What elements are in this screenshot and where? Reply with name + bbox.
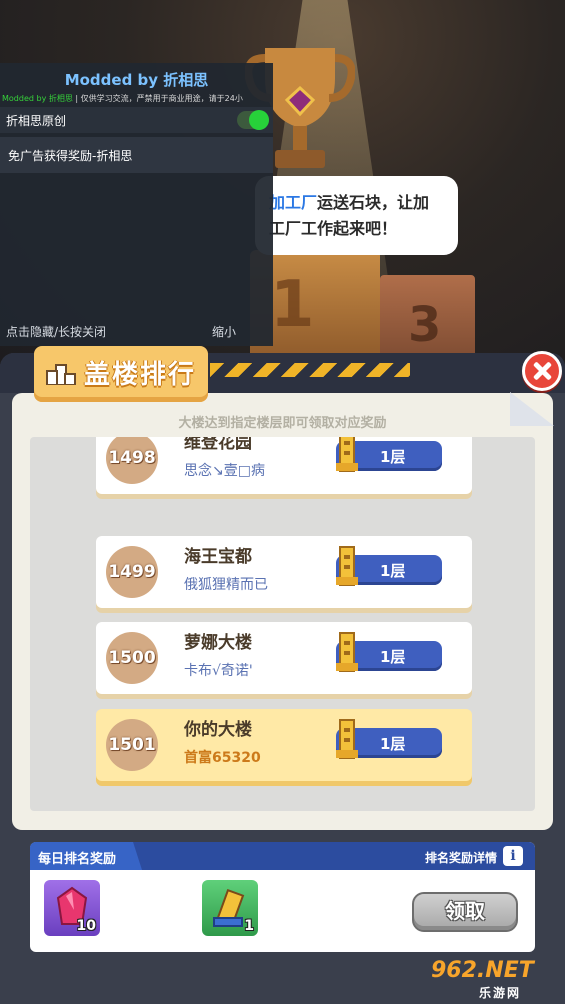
ranking-row-own: 1501 你的大楼 首富65320 1层: [96, 709, 472, 781]
building-name: 维登花园: [184, 437, 252, 453]
ranking-row: 1500 萝娜大楼 卡布√奇诺' 1层: [96, 622, 472, 694]
mod-menu-subtitle: Modded by 折相思 | 仅供学习交流，严禁用于商业用途，请于24小: [2, 94, 243, 103]
claim-button[interactable]: 领取: [412, 892, 518, 932]
rank-badge: 1500: [106, 632, 158, 684]
floor-badge: 1层: [336, 632, 442, 672]
ranking-row: 1498 维登花园 思念↘壹□病 1层: [96, 437, 472, 494]
ad-free-reward-button[interactable]: 免广告获得奖励-折相思: [0, 137, 273, 173]
hide-close-button[interactable]: 点击隐藏/长按关闭: [6, 323, 106, 340]
floor-badge: 1层: [336, 719, 442, 759]
building-name: 萝娜大楼: [184, 633, 252, 653]
reward-detail-link[interactable]: 排名奖励详情: [425, 849, 497, 866]
daily-reward-section: 每日排名奖励 排名奖励详情 i 10 1 领取: [30, 842, 535, 952]
daily-reward-header: 每日排名奖励 排名奖励详情 i: [30, 842, 535, 870]
building-icon: [336, 632, 358, 672]
player-name: 俄狐狸精而已: [184, 577, 268, 593]
rank-badge: 1498: [106, 437, 158, 484]
podium-icon: [46, 364, 76, 385]
rank-badge: 1499: [106, 546, 158, 598]
minimize-button[interactable]: 缩小: [212, 323, 236, 340]
podium-third: 3: [380, 275, 475, 365]
hazard-stripes: [210, 363, 410, 377]
ranking-row: 1499 海王宝都 俄狐狸精而已 1层: [96, 536, 472, 608]
player-name: 思念↘壹□病: [184, 463, 265, 479]
ranking-hint: 大楼达到指定楼层即可领取对应奖励: [178, 416, 387, 431]
floor-badge: 1层: [336, 546, 442, 586]
building-reward-item[interactable]: 1: [202, 880, 258, 936]
mod-menu-overlay: Modded by 折相思 Modded by 折相思 | 仅供学习交流，严禁用…: [0, 63, 273, 346]
panel-title-tab: 盖楼排行: [34, 346, 208, 402]
tutorial-speech-bubble: 加工厂运送石块，让加 工厂工作起来吧！: [255, 176, 458, 255]
panel-title: 盖楼排行: [84, 360, 197, 390]
floor-badge: 1层: [336, 437, 442, 472]
rank-badge: 1501: [106, 719, 158, 771]
close-icon[interactable]: [522, 351, 562, 391]
player-name: 首富65320: [184, 750, 261, 766]
daily-reward-title: 每日排名奖励: [30, 842, 142, 870]
site-watermark: 962.NET 乐游网: [431, 958, 534, 1000]
mod-menu-title: Modded by 折相思: [64, 71, 209, 89]
building-icon: [336, 437, 358, 472]
ranking-list[interactable]: 1498 维登花园 思念↘壹□病 1层 1499 海王宝都 俄狐狸精而已 1层 …: [30, 437, 535, 811]
info-icon[interactable]: i: [503, 846, 523, 866]
gem-reward-item[interactable]: 10: [44, 880, 100, 936]
mod-toggle-label: 折相思原创: [6, 113, 67, 128]
building-name: 你的大楼: [184, 720, 252, 740]
building-icon: [336, 719, 358, 759]
toggle-knob: [249, 110, 269, 130]
building-icon: [336, 546, 358, 586]
building-name: 海王宝都: [184, 547, 252, 567]
mod-toggle-row: 折相思原创: [0, 107, 273, 133]
player-name: 卡布√奇诺': [184, 663, 253, 679]
mod-toggle-switch[interactable]: [237, 110, 269, 130]
